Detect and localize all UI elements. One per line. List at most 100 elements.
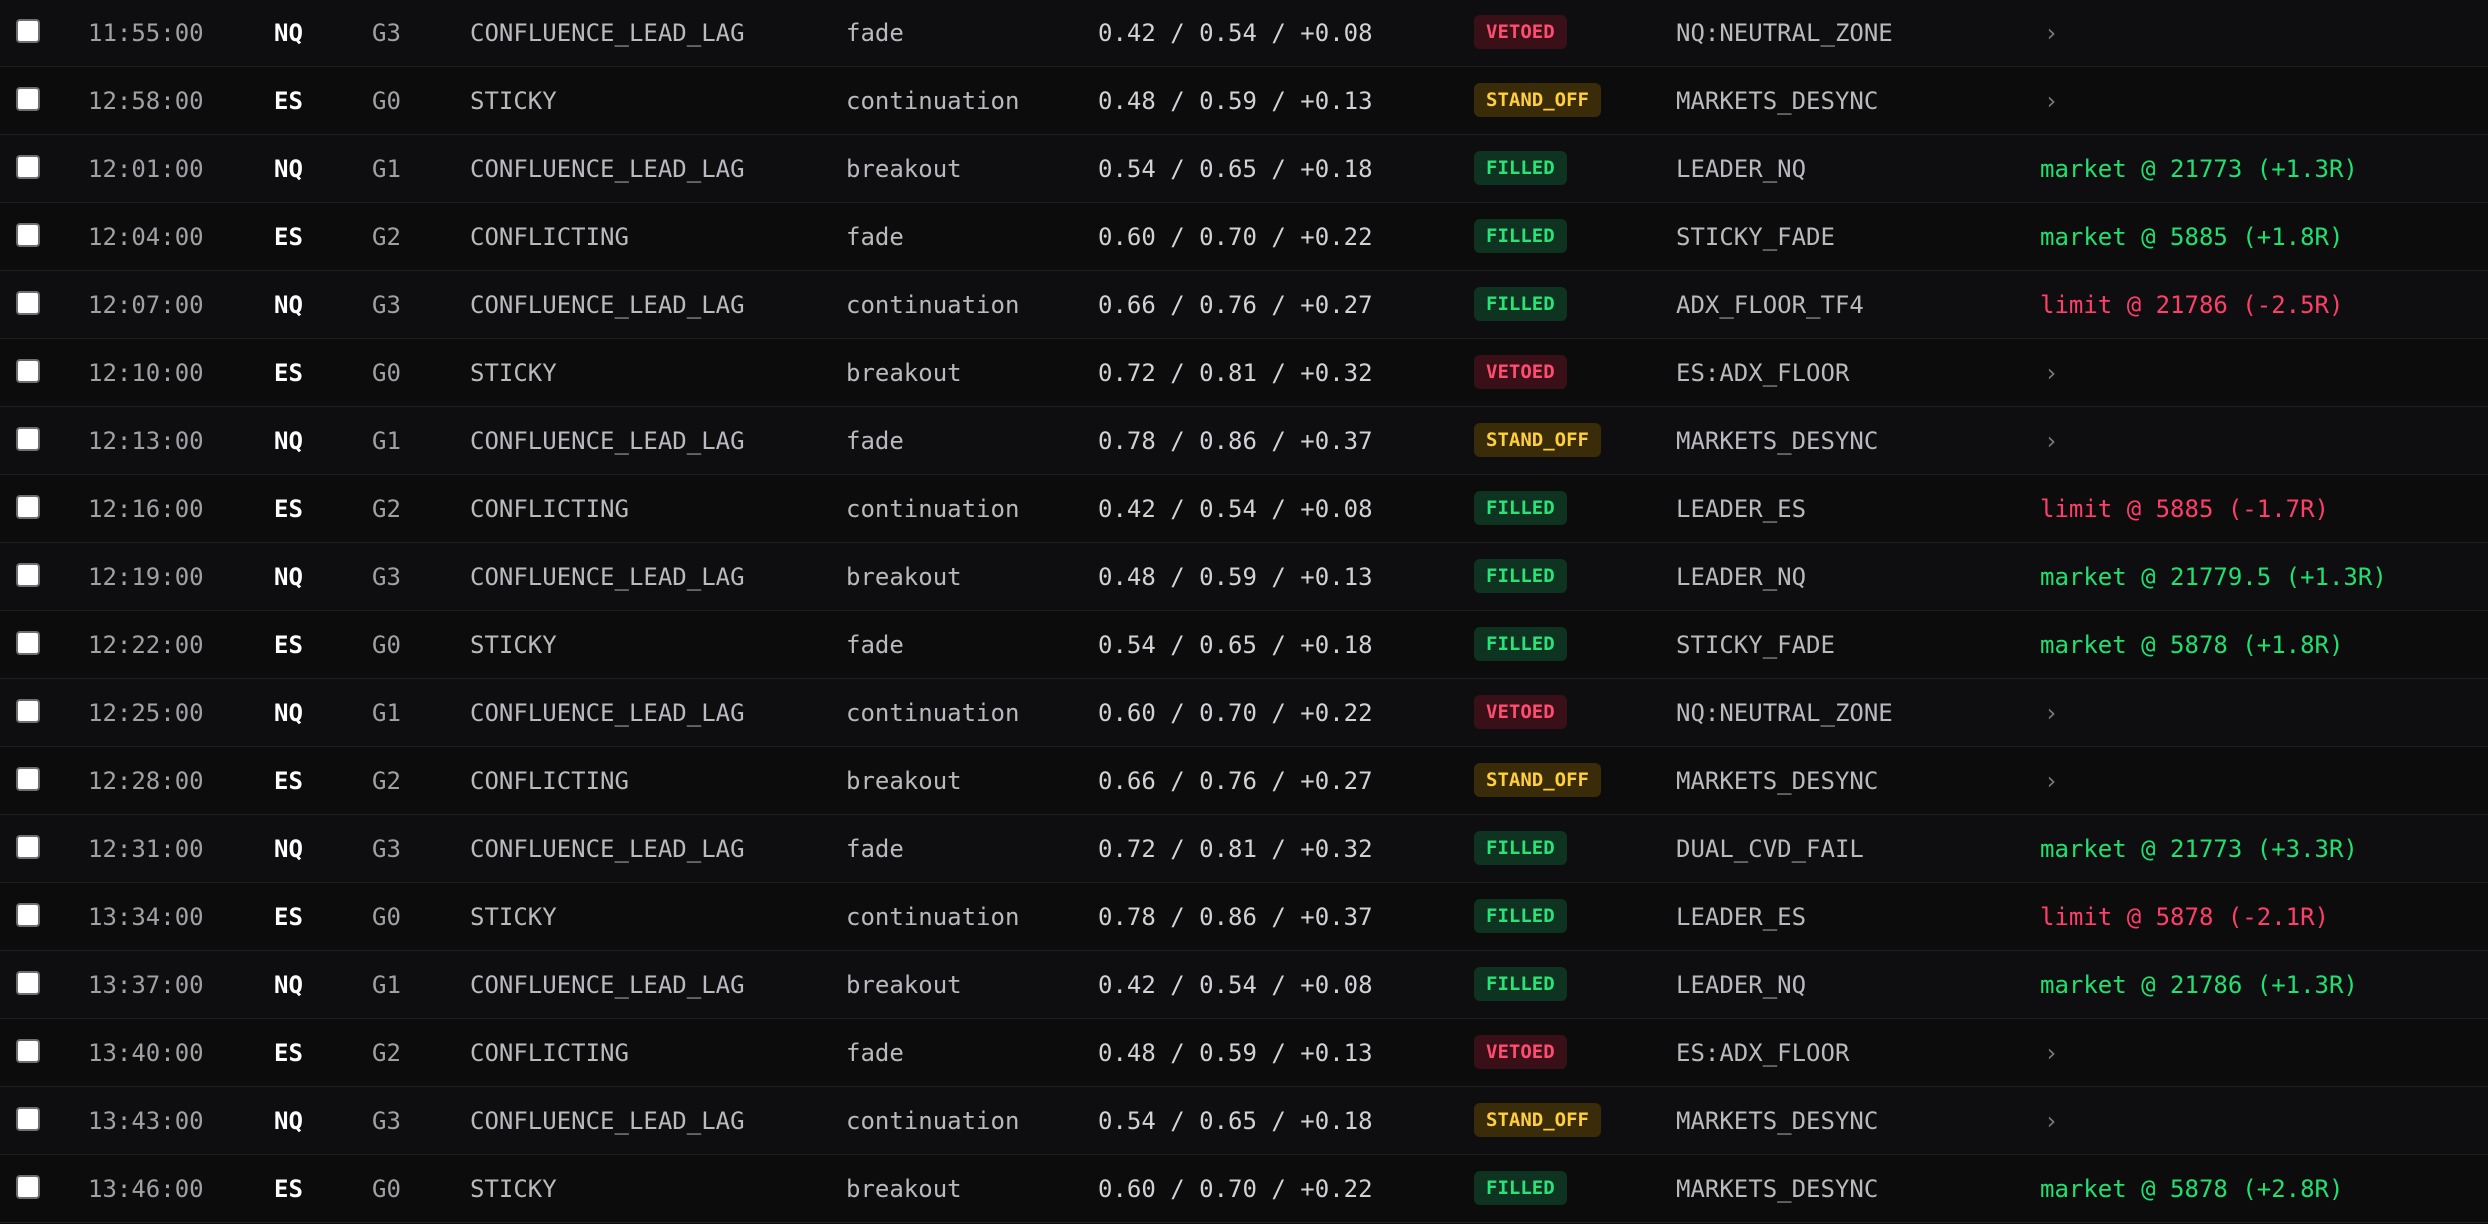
row-symbol: ES	[274, 767, 303, 795]
row-scores: 0.60 / 0.70 / +0.22	[1098, 223, 1373, 251]
row-reason: LEADER_NQ	[1676, 155, 1807, 183]
chevron-right-icon[interactable]: ›	[2044, 747, 2058, 815]
row-status-cell: VETOED	[1474, 339, 1674, 407]
row-strategy: CONFLUENCE_LEAD_LAG	[470, 19, 745, 47]
chevron-right-icon[interactable]: ›	[2044, 67, 2058, 135]
row-select-checkbox[interactable]	[16, 87, 40, 111]
row-mode: continuation	[846, 495, 1020, 523]
row-select-checkbox[interactable]	[16, 631, 40, 655]
row-select-checkbox[interactable]	[16, 699, 40, 723]
row-strategy: CONFLUENCE_LEAD_LAG	[470, 699, 745, 727]
row-select-checkbox[interactable]	[16, 495, 40, 519]
row-symbol: NQ	[274, 699, 303, 727]
row-select-checkbox[interactable]	[16, 767, 40, 791]
row-symbol: ES	[274, 495, 303, 523]
row-group: G1	[372, 427, 401, 455]
row-symbol: ES	[274, 631, 303, 659]
status-badge: FILLED	[1474, 491, 1567, 525]
table-row[interactable]: 12:07:00 NQ G3 CONFLUENCE_LEAD_LAG continuat…	[0, 271, 2488, 339]
table-row[interactable]: 12:04:00 ES G2 CONFLICTING fade 0.60 / 0.70 /…	[0, 203, 2488, 271]
table-row[interactable]: 13:46:00 ES G0 STICKY breakout 0.60 / 0.70 / …	[0, 1155, 2488, 1223]
row-group: G3	[372, 1107, 401, 1135]
table-row[interactable]: 12:19:00 NQ G3 CONFLUENCE_LEAD_LAG breakout 0…	[0, 543, 2488, 611]
status-badge: FILLED	[1474, 219, 1567, 253]
row-scores: 0.78 / 0.86 / +0.37	[1098, 427, 1373, 455]
chevron-right-icon[interactable]: ›	[2044, 339, 2058, 407]
row-mode: fade	[846, 631, 904, 659]
table-row[interactable]: 13:40:00 ES G2 CONFLICTING fade 0.48 / 0.59 /…	[0, 1019, 2488, 1087]
row-group: G2	[372, 767, 401, 795]
status-badge: FILLED	[1474, 831, 1567, 865]
status-badge: VETOED	[1474, 1035, 1567, 1069]
table-row[interactable]: 12:31:00 NQ G3 CONFLUENCE_LEAD_LAG fade 0.72 …	[0, 815, 2488, 883]
row-group: G1	[372, 699, 401, 727]
table-row[interactable]: 12:13:00 NQ G1 CONFLUENCE_LEAD_LAG fade 0.78 …	[0, 407, 2488, 475]
row-strategy: STICKY	[470, 359, 557, 387]
row-mode: continuation	[846, 903, 1020, 931]
chevron-right-icon[interactable]: ›	[2044, 1019, 2058, 1087]
row-strategy: STICKY	[470, 1175, 557, 1203]
row-symbol: ES	[274, 1175, 303, 1203]
status-badge: VETOED	[1474, 355, 1567, 389]
row-status-cell: FILLED	[1474, 135, 1674, 203]
table-row[interactable]: 12:22:00 ES G0 STICKY fade 0.54 / 0.65 / +0.1…	[0, 611, 2488, 679]
row-select-checkbox[interactable]	[16, 359, 40, 383]
row-group: G0	[372, 87, 401, 115]
row-strategy: CONFLICTING	[470, 767, 629, 795]
row-time: 12:28:00	[88, 767, 204, 795]
row-status-cell: STAND_OFF	[1474, 1087, 1674, 1155]
status-badge: FILLED	[1474, 559, 1567, 593]
row-select-checkbox[interactable]	[16, 155, 40, 179]
table-row[interactable]: 12:01:00 NQ G1 CONFLUENCE_LEAD_LAG breakout 0…	[0, 135, 2488, 203]
row-mode: fade	[846, 1039, 904, 1067]
row-scores: 0.66 / 0.76 / +0.27	[1098, 291, 1373, 319]
row-select-checkbox[interactable]	[16, 427, 40, 451]
table-row[interactable]: 12:25:00 NQ G1 CONFLUENCE_LEAD_LAG continuat…	[0, 679, 2488, 747]
row-result: market @ 21779.5 (+1.3R)	[2040, 563, 2387, 591]
row-mode: breakout	[846, 767, 962, 795]
row-status-cell: FILLED	[1474, 543, 1674, 611]
chevron-right-icon[interactable]: ›	[2044, 407, 2058, 475]
row-select-checkbox[interactable]	[16, 1039, 40, 1063]
table-row[interactable]: 12:58:00 ES G0 STICKY continuation 0.48 / 0.5…	[0, 67, 2488, 135]
chevron-right-icon[interactable]: ›	[2044, 1087, 2058, 1155]
row-result: market @ 5878 (+1.8R)	[2040, 631, 2344, 659]
row-group: G3	[372, 291, 401, 319]
status-badge: STAND_OFF	[1474, 763, 1601, 797]
row-group: G0	[372, 1175, 401, 1203]
row-select-checkbox[interactable]	[16, 19, 40, 43]
chevron-right-icon[interactable]: ›	[2044, 679, 2058, 747]
chevron-right-icon[interactable]: ›	[2044, 0, 2058, 67]
row-group: G2	[372, 495, 401, 523]
row-select-checkbox[interactable]	[16, 1107, 40, 1131]
row-select-checkbox[interactable]	[16, 223, 40, 247]
table-row[interactable]: 13:43:00 NQ G3 CONFLUENCE_LEAD_LAG continuat…	[0, 1087, 2488, 1155]
row-strategy: STICKY	[470, 87, 557, 115]
row-mode: fade	[846, 427, 904, 455]
row-select-checkbox[interactable]	[16, 903, 40, 927]
row-time: 13:34:00	[88, 903, 204, 931]
table-row[interactable]: 12:10:00 ES G0 STICKY breakout 0.72 / 0.81 / …	[0, 339, 2488, 407]
row-reason: STICKY_FADE	[1676, 631, 1835, 659]
table-row[interactable]: 11:55:00 NQ G3 CONFLUENCE_LEAD_LAG fade 0.42 …	[0, 0, 2488, 67]
row-select-checkbox[interactable]	[16, 291, 40, 315]
row-mode: continuation	[846, 1107, 1020, 1135]
row-time: 12:10:00	[88, 359, 204, 387]
status-badge: STAND_OFF	[1474, 83, 1601, 117]
row-select-checkbox[interactable]	[16, 1175, 40, 1199]
row-scores: 0.66 / 0.76 / +0.27	[1098, 767, 1373, 795]
table-row[interactable]: 13:34:00 ES G0 STICKY continuation 0.78 / 0.8…	[0, 883, 2488, 951]
status-badge: VETOED	[1474, 695, 1567, 729]
table-row[interactable]: 12:28:00 ES G2 CONFLICTING breakout 0.66 / 0.…	[0, 747, 2488, 815]
row-time: 12:31:00	[88, 835, 204, 863]
row-reason: DUAL_CVD_FAIL	[1676, 835, 1864, 863]
table-row[interactable]: 12:16:00 ES G2 CONFLICTING continuation 0.42 …	[0, 475, 2488, 543]
row-select-checkbox[interactable]	[16, 835, 40, 859]
row-strategy: CONFLICTING	[470, 495, 629, 523]
row-symbol: NQ	[274, 971, 303, 999]
row-select-checkbox[interactable]	[16, 563, 40, 587]
table-row[interactable]: 13:37:00 NQ G1 CONFLUENCE_LEAD_LAG breakout 0…	[0, 951, 2488, 1019]
row-strategy: CONFLUENCE_LEAD_LAG	[470, 155, 745, 183]
row-scores: 0.60 / 0.70 / +0.22	[1098, 1175, 1373, 1203]
row-select-checkbox[interactable]	[16, 971, 40, 995]
